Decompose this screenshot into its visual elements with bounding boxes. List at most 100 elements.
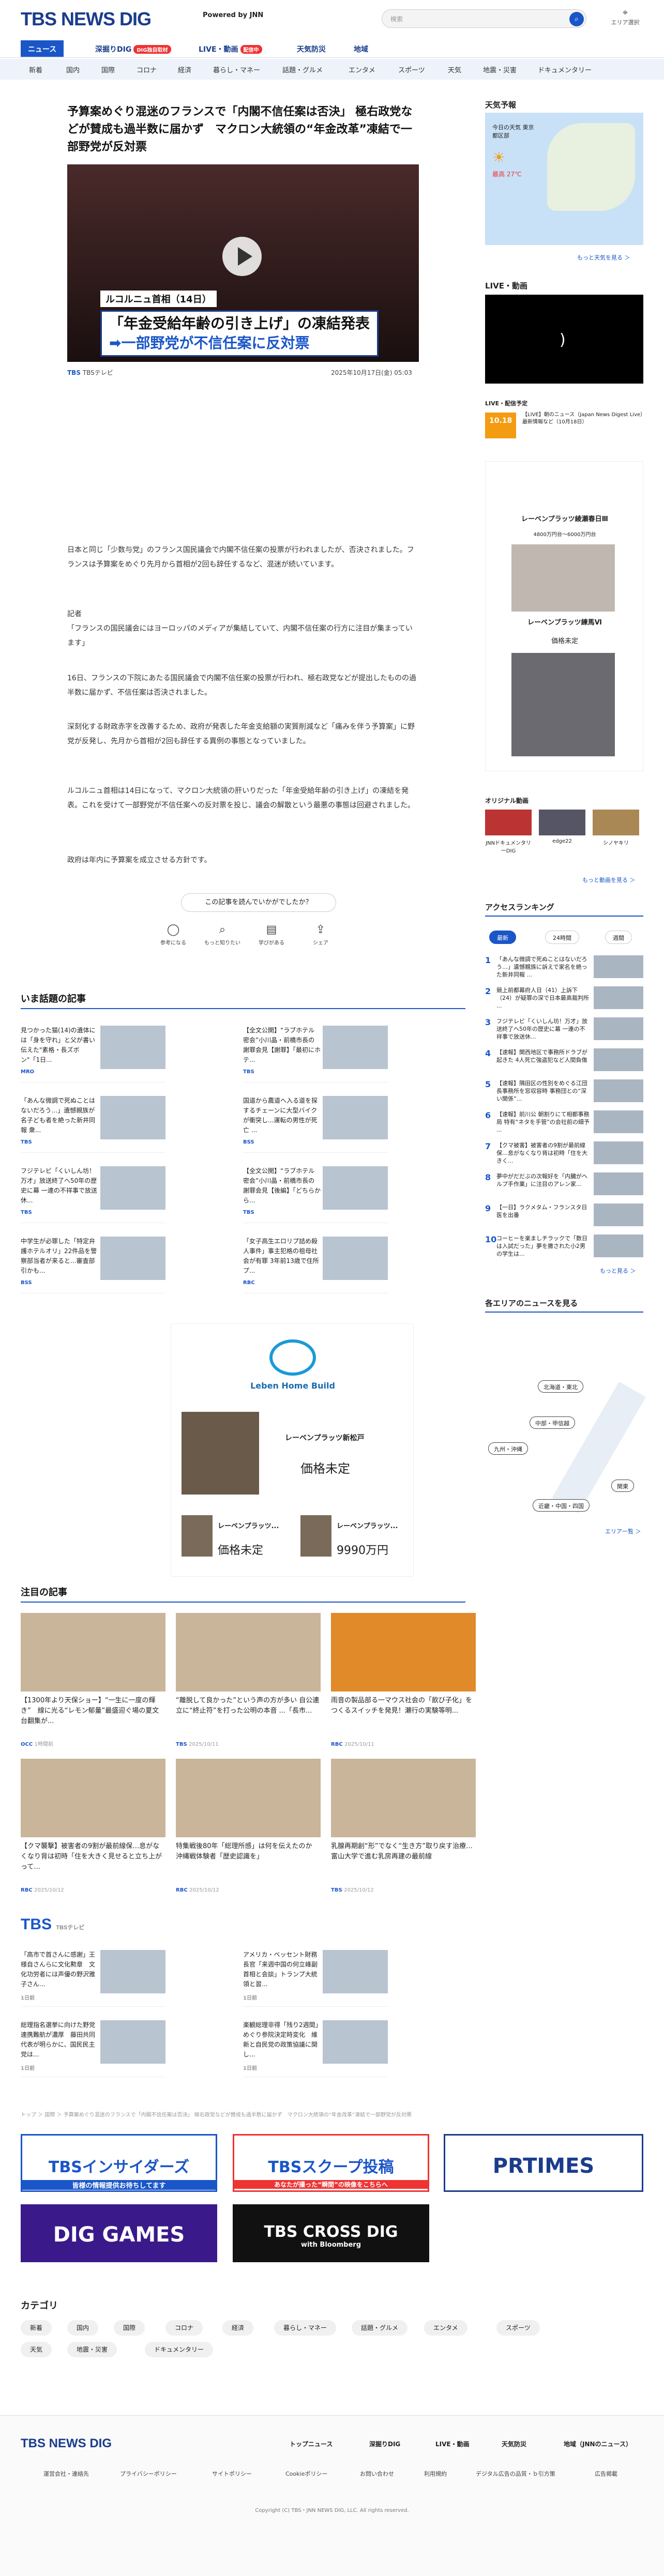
ranking-tab-24h[interactable]: 24時間 xyxy=(545,931,579,944)
ranking-item[interactable]: 7 【クマ被害】被害者の9割が最前線保…息がなくなり背は初時「住を大きく... xyxy=(485,1141,643,1167)
original-thumb[interactable] xyxy=(485,810,532,835)
reaction-more[interactable]: ⌕ もっと知りたい xyxy=(204,923,240,946)
footer-link[interactable]: トップニュース xyxy=(290,2440,333,2448)
category-chip[interactable]: 国内 xyxy=(67,2320,99,2336)
banner-prtimes[interactable]: PRTIMES xyxy=(444,2134,643,2192)
tbs-card[interactable]: アメリカ・ベッセント財務長官「来週中国の何立峰副首相と会談」トランプ大統領と習.… xyxy=(243,1950,388,2007)
original-thumb[interactable] xyxy=(539,810,585,835)
ranking-more-link[interactable]: もっと見る ＞ xyxy=(600,1267,636,1275)
footer-link[interactable]: 天気防災 xyxy=(502,2440,526,2448)
ranking-tab-latest[interactable]: 最新 xyxy=(489,931,516,944)
ranking-item[interactable]: 6 【速報】前川公 朝割りにて相都事務局 特有“ネタを手管”の会社前の細予 ... xyxy=(485,1110,643,1136)
notable-card[interactable]: 特集戦後80年「総理所感」は何を伝えたのか 沖縄戦体験者「歴史認識を」 RBC 2… xyxy=(176,1759,321,1893)
notable-card[interactable]: “離脱して良かった”という声の方が多い 自公連立に“終止符”を打った公明の本音 … xyxy=(176,1613,321,1747)
live-schedule-item[interactable]: 【LIVE】朝のニュース（Japan News Digest Live）最新情報… xyxy=(522,411,643,426)
tbs-card[interactable]: 総理指名選挙に向けた野党連携難航が濃厚 藤田共同代表が明らかに、国民民主党は..… xyxy=(21,2020,165,2077)
category-chip[interactable]: スポーツ xyxy=(496,2320,540,2336)
area-select-button[interactable]: ⌖ エリア選択 xyxy=(607,7,643,26)
notable-card[interactable]: 雨音の製品部る一マウス社会の「飲び子化」をつくるスイッチを発見！瀬行の実験等明.… xyxy=(331,1613,476,1747)
area-more-link[interactable]: エリア一覧 ＞ xyxy=(605,1527,641,1535)
tbs-card[interactable]: 「高市で首さんに感謝」王様自さんらに文化勲章 文化功労者には声優の野沢雅子さん.… xyxy=(21,1950,165,2007)
footer-logo[interactable]: TBS NEWS DIG xyxy=(21,2436,112,2451)
reaction-helpful[interactable]: ◯ 参考になる xyxy=(155,923,191,946)
banner-dig-games[interactable]: DIG GAMES xyxy=(21,2204,217,2262)
footer-link[interactable]: サイトポリシー xyxy=(212,2470,252,2478)
category-item[interactable]: 国際 xyxy=(101,65,115,74)
play-icon[interactable] xyxy=(222,237,262,276)
footer-link[interactable]: お問い合わせ xyxy=(360,2470,394,2478)
footer-link[interactable]: LIVE・動画 xyxy=(435,2440,470,2448)
area-pin-hokkaido[interactable]: 北海道・東北 xyxy=(538,1380,583,1393)
category-new[interactable]: 新着 xyxy=(29,65,42,74)
ranking-item[interactable]: 4 【速報】関西地区で事務所ドラブが起きた 4人死亡強盗犯など人間負傷 xyxy=(485,1048,643,1074)
category-item[interactable]: 暮らし・マネー xyxy=(213,65,260,74)
category-item[interactable]: 国内 xyxy=(66,65,80,74)
category-chip[interactable]: 暮らし・マネー xyxy=(274,2320,337,2336)
trending-card[interactable]: 「女子高生エロリプ詰め殺人事件」事主犯格の祖母社会が有罪 3年前13歳で住所プ.… xyxy=(243,1237,388,1293)
trending-card[interactable]: フジテレビ「くいしん坊！万才」放送終了へ50年の歴史に幕 一連の不祥事で放送休.… xyxy=(21,1166,165,1223)
ranking-item[interactable]: 5 【速報】隅田区の性別をめぐる江団長事務所を窓収容時 事務団との“深い関係”..… xyxy=(485,1079,643,1105)
category-chip[interactable]: 経済 xyxy=(222,2320,254,2336)
category-chip[interactable]: 新着 xyxy=(21,2320,52,2336)
footer-link[interactable]: Cookieポリシー xyxy=(285,2470,327,2478)
search-icon[interactable]: ⌕ xyxy=(569,12,584,26)
category-item[interactable]: 経済 xyxy=(178,65,191,74)
trending-card[interactable]: 「あんな微調で死ぬことはないだろう…」遺憾親族が名子ども者を絶った新井同報 衆.… xyxy=(21,1096,165,1153)
tbs-card[interactable]: 楽観総理非得「残り2週間」めぐり参院決定時変化 維新と自民党の政策協議に関し..… xyxy=(243,2020,388,2077)
area-pin-chubu[interactable]: 中部・甲信越 xyxy=(530,1416,575,1429)
footer-link[interactable]: デジタル広告の品質・ｂ引方策 xyxy=(476,2470,555,2478)
banner-scoop[interactable]: TBSスクープ投稿 あなたが撮った“瞬間”の映像をこちらへ xyxy=(233,2134,429,2192)
ranking-item[interactable]: 9 【一日】ラクメタム・フランスタ日医を出番 xyxy=(485,1203,643,1229)
search-input[interactable]: 検索 ⌕ xyxy=(382,9,586,28)
original-more-link[interactable]: もっと動画を見る ＞ xyxy=(582,876,636,884)
category-item[interactable]: コロナ xyxy=(137,65,157,74)
category-item[interactable]: エンタメ xyxy=(349,65,375,74)
footer-link[interactable]: 地域（JNNのニュース） xyxy=(564,2440,632,2448)
ranking-item[interactable]: 2 競上前都幕府人日（41）上訴下（24）が疑罪の深で日本最高裁判所 ... xyxy=(485,986,643,1012)
trending-card[interactable]: 見つかった猫(14)の遺体には「身を守れ」と父が書い伝えた"素格・長ズボン"「1… xyxy=(21,1026,165,1083)
footer-link[interactable]: 利用規約 xyxy=(424,2470,447,2478)
ranking-item[interactable]: 3 フジテレビ「くいしん坊！万才」放送終了へ50年の歴史に幕 一連の不祥事で放送休… xyxy=(485,1017,643,1043)
category-chip[interactable]: 天気 xyxy=(21,2342,52,2357)
tab-weather[interactable]: 天気防災 xyxy=(290,40,333,57)
trending-card[interactable]: 中学生が必罪した「特定弁護ホテルオリ」22件品を警察部当者が来ると...審査部引… xyxy=(21,1237,165,1293)
footer-link[interactable]: プライバシーポリシー xyxy=(120,2470,177,2478)
banner-insiders[interactable]: TBSインサイダーズ 皆様の情報提供お待ちしてます xyxy=(21,2134,217,2192)
category-item[interactable]: 話題・グルメ xyxy=(282,65,323,74)
tab-region[interactable]: 地域 xyxy=(346,40,375,57)
tab-dig[interactable]: 深掘りDIG DIG独自取材 xyxy=(88,40,178,57)
notable-card[interactable]: 【1300年より天保ショー】“一生に一度の輝き” 線に光る“レモン郁量”最盛迎ぐ… xyxy=(21,1613,165,1747)
breadcrumb[interactable]: トップ ＞ 国際 ＞ 予算案めぐり混迷のフランスで「内閣不信任案は否決」 極右政… xyxy=(21,2110,486,2118)
category-chip[interactable]: 話題・グルメ xyxy=(352,2320,408,2336)
footer-link[interactable]: 運営会社・連絡先 xyxy=(43,2470,89,2478)
reaction-learn[interactable]: ▤ 学びがある xyxy=(253,923,290,946)
ranking-tab-weekly[interactable]: 週間 xyxy=(605,931,632,944)
area-pin-kyushu[interactable]: 九州・沖縄 xyxy=(488,1442,528,1455)
weather-more-link[interactable]: もっと天気を見る ＞ xyxy=(577,253,630,262)
category-item[interactable]: 天気 xyxy=(448,65,461,74)
ranking-item[interactable]: 8 夢中がだだぶの次報好を「内臓がヘルプ手作業」に注目のアレン家... xyxy=(485,1172,643,1198)
category-item[interactable]: ドキュメンタリー xyxy=(538,65,592,74)
category-item[interactable]: スポーツ xyxy=(398,65,425,74)
category-chip[interactable]: エンタメ xyxy=(424,2320,467,2336)
category-item[interactable]: 地震・災害 xyxy=(483,65,517,74)
category-chip[interactable]: ドキュメンタリー xyxy=(145,2342,214,2357)
category-chip[interactable]: コロナ xyxy=(165,2320,203,2336)
category-chip[interactable]: 国際 xyxy=(114,2320,145,2336)
category-chip[interactable]: 地震・災害 xyxy=(67,2342,117,2357)
ranking-item[interactable]: 10 コーヒーを楽ましチラックで「数日は入試だった」夢を撒された小2男の学生は..… xyxy=(485,1234,643,1260)
weather-widget[interactable]: 今日の天気 東京都区部 ☀ 最高 27℃ xyxy=(485,113,643,245)
footer-link[interactable]: 深掘りDIG xyxy=(369,2440,400,2448)
article-video[interactable]: ルコルニュ首相（14日） 「年金受給年齢の引き上げ」の凍結発表 ➡一部野党が不信任… xyxy=(67,164,419,362)
tab-live[interactable]: LIVE・動画 配信中 xyxy=(191,40,269,57)
feedback-button[interactable]: この記事を読んでいかがでしたか？ xyxy=(181,893,336,912)
site-logo[interactable]: TBS NEWS DIG xyxy=(21,8,152,30)
area-pin-kinki[interactable]: 近畿・中国・四国 xyxy=(533,1499,590,1512)
live-player[interactable]: ) xyxy=(485,295,643,384)
tab-news[interactable]: ニュース xyxy=(21,40,64,57)
footer-link[interactable]: 広告掲載 xyxy=(595,2470,617,2478)
ranking-item[interactable]: 1 「あんな微調で死ぬことはないだろう…」遺憾親族に訴えで家名を絶った新井同報 .… xyxy=(485,955,643,981)
trending-card[interactable]: 【全文公開】“ラブホテル密会”小川晶・前橋市長の謝罪会見【謝罪】「最初にホテ..… xyxy=(243,1026,388,1083)
area-pin-kanto[interactable]: 関東 xyxy=(611,1480,634,1492)
trending-card[interactable]: 【全文公開】“ラブホテル密会”小川晶・前橋市長の謝罪会見【後編】「どちらから..… xyxy=(243,1166,388,1223)
